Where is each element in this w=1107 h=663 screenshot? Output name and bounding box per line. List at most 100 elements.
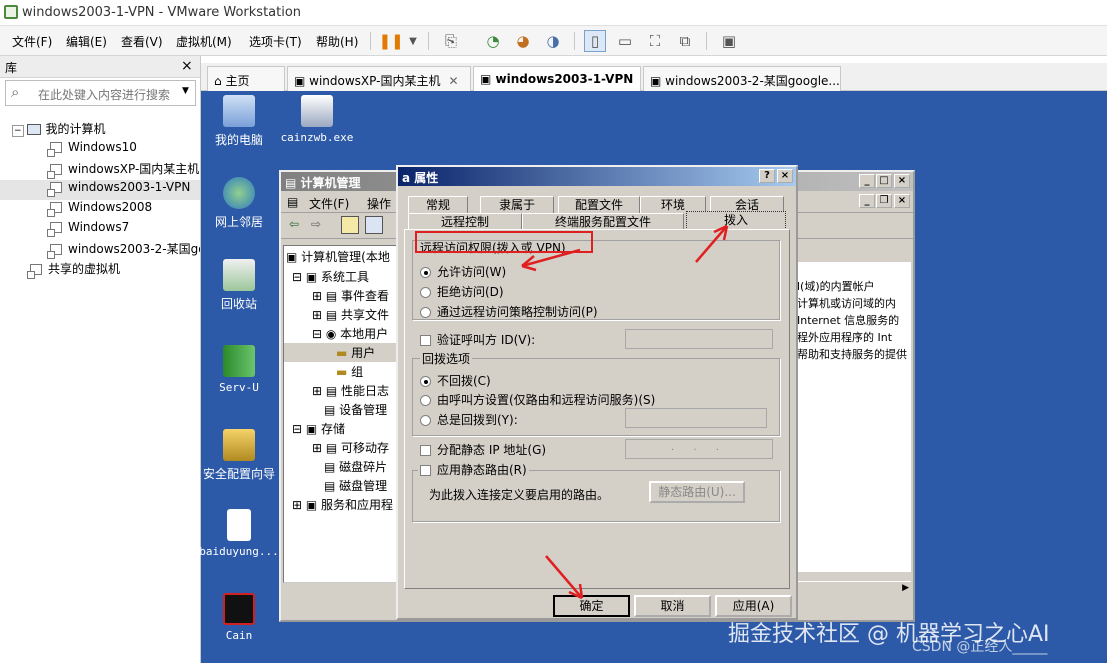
radio-policy-access[interactable]: 通过远程访问策略控制访问(P) (420, 303, 598, 320)
close-icon[interactable]: × (777, 169, 793, 183)
minimize-icon[interactable]: _ (859, 194, 875, 208)
send-ctrl-alt-del-icon[interactable]: ⎘ (440, 30, 462, 52)
cancel-button[interactable]: 取消 (634, 595, 711, 617)
scroll-right-icon[interactable]: ▶ (902, 583, 909, 593)
back-icon[interactable]: ⇦ (289, 217, 299, 231)
tab-general[interactable]: 常规 (408, 196, 468, 213)
horizontal-scrollbar[interactable]: ▶ (797, 581, 911, 597)
desktop-icon-cain[interactable]: Cain (199, 593, 279, 642)
tab-home[interactable]: ⌂ 主页 (207, 66, 285, 91)
checkbox-static-ip[interactable]: 分配静态 IP 地址(G) (420, 441, 546, 458)
mgmt-tree-root[interactable]: ▣ 计算机管理(本地 (284, 246, 400, 267)
tab-windows2003-2[interactable]: ▣ windows2003-2-某国google...✕ (643, 66, 841, 91)
mgmt-menu-action[interactable]: 操作 (367, 195, 391, 212)
mgmt-tree-item[interactable]: ⊞ ▤ 事件查看 (284, 286, 400, 305)
menu-help[interactable]: 帮助(H) (316, 33, 358, 50)
radio-caller-set[interactable]: 由呼叫方设置(仅路由和远程访问服务)(S) (420, 391, 655, 408)
mgmt-menu-file[interactable]: 文件(F) (309, 195, 349, 212)
revert-snapshot-icon[interactable]: ◕ (512, 30, 534, 52)
mgmt-tree-item[interactable]: ▤ 磁盘管理 (284, 476, 400, 495)
mgmt-tree-item[interactable]: ⊞ ▤ 性能日志 (284, 381, 400, 400)
mgmt-tree-item[interactable]: ▤ 设备管理 (284, 400, 400, 419)
mgmt-tree-item[interactable]: ⊞ ▤ 可移动存 (284, 438, 400, 457)
thumbnail-view-icon[interactable]: ▣ (718, 30, 740, 52)
tree-vm-windowsxp[interactable]: windowsXP-国内某主机 (0, 160, 200, 180)
chevron-down-icon[interactable]: ▼ (182, 86, 189, 96)
tree-vm-windows2008[interactable]: Windows2008 (0, 200, 200, 220)
tree-vm-windows7[interactable]: Windows7 (0, 220, 200, 240)
library-search[interactable]: ⌕ 在此处键入内容进行搜索 ▼ (5, 80, 196, 106)
restore-icon[interactable]: ❐ (876, 194, 892, 208)
mgmt-tree-item[interactable]: ⊟ ▣ 存储 (284, 419, 400, 438)
desktop-icon-baiduyun[interactable]: baiduyung... (199, 509, 279, 558)
apply-button[interactable]: 应用(A) (715, 595, 792, 617)
fullscreen-icon[interactable]: ⛶ (644, 30, 666, 52)
maximize-icon[interactable]: □ (876, 174, 892, 188)
tree-my-computer[interactable]: − 我的计算机 (0, 120, 200, 140)
radio-no-callback[interactable]: 不回拨(C) (420, 372, 491, 389)
desktop-icon-network[interactable]: 网上邻居 (199, 177, 279, 230)
mgmt-tree-item[interactable]: ▬ 组 (284, 362, 400, 381)
checkbox[interactable] (420, 335, 431, 346)
radio-button[interactable] (420, 307, 431, 318)
caller-id-field[interactable] (625, 329, 773, 349)
ok-button[interactable]: 确定 (553, 595, 630, 617)
snapshot-manager-icon[interactable]: ◑ (542, 30, 564, 52)
radio-always-callback[interactable]: 总是回拨到(Y): (420, 411, 518, 428)
tab-remote-control[interactable]: 远程控制 (408, 213, 522, 230)
radio-button[interactable] (420, 267, 431, 278)
radio-deny-access[interactable]: 拒绝访问(D) (420, 283, 504, 300)
forward-icon[interactable]: ⇨ (311, 217, 321, 231)
tab-windowsxp[interactable]: ▣ windowsXP-国内某主机 ✕ (287, 66, 471, 91)
desktop-icon-my-computer[interactable]: 我的电脑 (199, 95, 279, 148)
close-icon[interactable]: ✕ (448, 74, 458, 88)
tree-vm-windows10[interactable]: Windows10 (0, 140, 200, 160)
menu-vm[interactable]: 虚拟机(M) (176, 33, 232, 50)
minimize-icon[interactable]: _ (859, 174, 875, 188)
tab-windows2003-1[interactable]: ▣ windows2003-1-VPN✕ (473, 66, 641, 92)
up-folder-icon[interactable] (341, 216, 359, 234)
show-tree-icon[interactable] (365, 216, 383, 234)
console-view-icon[interactable]: ▭ (614, 30, 636, 52)
desktop-icon-security-wizard[interactable]: 安全配置向导 (199, 429, 279, 482)
mgmt-tree-item[interactable]: ⊟ ◉ 本地用户 (284, 324, 400, 343)
close-icon[interactable]: × (894, 194, 910, 208)
help-icon[interactable]: ? (759, 169, 775, 183)
mgmt-tree-item[interactable]: ▤ 磁盘碎片 (284, 457, 400, 476)
tab-profile[interactable]: 配置文件 (558, 196, 640, 213)
tree-shared-vms[interactable]: 共享的虚拟机 (0, 260, 200, 280)
mgmt-tree-item[interactable]: ⊞ ▣ 服务和应用程 (284, 495, 400, 514)
callback-number-field[interactable] (625, 408, 767, 428)
tab-terminal-services-profile[interactable]: 终端服务配置文件 (522, 213, 684, 230)
tab-member-of[interactable]: 隶属于 (480, 196, 554, 213)
pause-icon[interactable]: ❚❚ (378, 30, 403, 52)
snapshot-icon[interactable]: ◔ (482, 30, 504, 52)
menu-tabs[interactable]: 选项卡(T) (249, 33, 302, 50)
chevron-down-icon[interactable]: ▼ (402, 30, 424, 52)
mgmt-tree-item[interactable]: ⊟ ▣ 系统工具 (284, 267, 400, 286)
tab-dial-in[interactable]: 拨入 (686, 211, 786, 230)
radio-button[interactable] (420, 395, 431, 406)
menu-view[interactable]: 查看(V) (121, 33, 163, 50)
checkbox[interactable] (420, 445, 431, 456)
radio-button[interactable] (420, 415, 431, 426)
menu-file[interactable]: 文件(F) (12, 33, 52, 50)
static-ip-field[interactable]: . . . (625, 439, 773, 459)
tree-vm-windows2003-2[interactable]: windows2003-2-某国google (0, 240, 200, 260)
static-routes-button[interactable]: 静态路由(U)... (649, 481, 745, 503)
tree-vm-windows2003-1[interactable]: windows2003-1-VPN (0, 180, 200, 200)
unity-icon[interactable]: ⧉ (674, 30, 696, 52)
radio-button[interactable] (420, 376, 431, 387)
menu-edit[interactable]: 编辑(E) (66, 33, 107, 50)
library-view-icon[interactable]: ▯ (584, 30, 606, 52)
radio-allow-access[interactable]: 允许访问(W) (420, 263, 506, 280)
checkbox-verify-caller[interactable]: 验证呼叫方 ID(V): (420, 331, 535, 348)
desktop-icon-servu[interactable]: Serv-U (199, 345, 279, 394)
desktop-icon-cainzwb[interactable]: cainzwb.exe (277, 95, 357, 144)
radio-button[interactable] (420, 287, 431, 298)
desktop-icon-recycle-bin[interactable]: 回收站 (199, 259, 279, 312)
mgmt-tree-item[interactable]: ⊞ ▤ 共享文件 (284, 305, 400, 324)
checkbox-static-route[interactable]: 应用静态路由(R) (418, 461, 529, 478)
mgmt-tree-item-users[interactable]: ▬ 用户 (284, 343, 400, 362)
close-icon[interactable]: × (181, 58, 193, 74)
